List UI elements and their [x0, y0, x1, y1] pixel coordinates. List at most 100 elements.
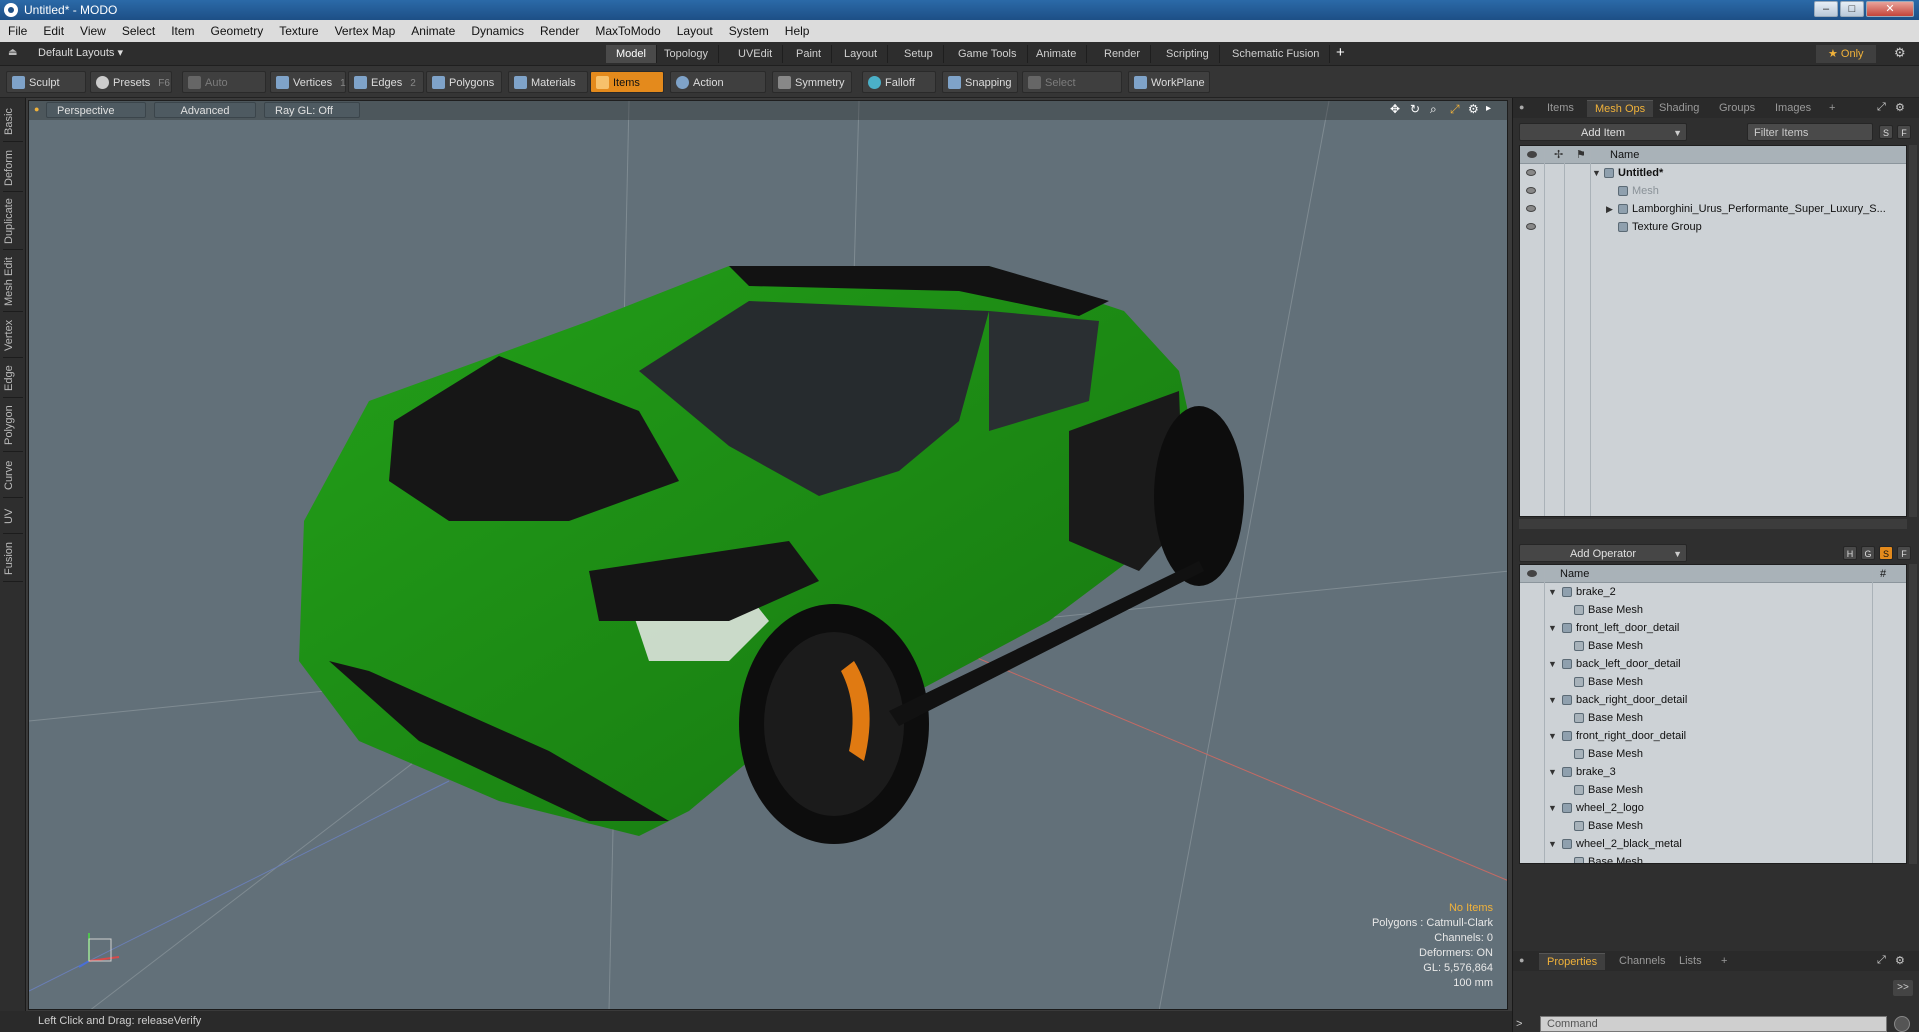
- items-horizontal-scrollbar[interactable]: [1519, 519, 1907, 529]
- panel-menu-icon[interactable]: ●: [1519, 102, 1524, 112]
- layout-tab-layout[interactable]: Layout: [834, 45, 889, 63]
- viewport-more-icon[interactable]: ▸: [1486, 103, 1491, 114]
- props-tab-channels[interactable]: Channels: [1611, 953, 1673, 970]
- gear-icon[interactable]: ⚙: [1894, 45, 1906, 61]
- 3d-viewport[interactable]: No Items Polygons : Catmull-Clark Channe…: [28, 100, 1508, 1010]
- close-button[interactable]: ✕: [1866, 1, 1914, 17]
- menu-file[interactable]: File: [0, 24, 35, 38]
- minimize-button[interactable]: –: [1814, 1, 1838, 17]
- layout-selector[interactable]: Default Layouts ▾: [38, 46, 123, 59]
- layout-tab-schematic-fusion[interactable]: Schematic Fusion: [1222, 45, 1331, 63]
- add-item-dropdown[interactable]: Add Item ▼: [1519, 123, 1687, 141]
- mesh-op-row[interactable]: ▼ brake_3: [1520, 763, 1906, 781]
- mesh-op-row[interactable]: ▼ brake_2: [1520, 583, 1906, 601]
- pan-icon[interactable]: ✥: [1390, 102, 1400, 116]
- menu-layout[interactable]: Layout: [669, 24, 721, 38]
- mesh-op-row[interactable]: ▼ back_right_door_detail: [1520, 691, 1906, 709]
- panel-tab-images[interactable]: Images: [1767, 100, 1819, 117]
- s-filter-button[interactable]: S: [1879, 125, 1893, 139]
- mesh-op-row[interactable]: ▼ back_left_door_detail: [1520, 655, 1906, 673]
- layout-tab-setup[interactable]: Setup: [894, 45, 944, 63]
- props-tab-properties[interactable]: Properties: [1539, 953, 1606, 970]
- menu-item[interactable]: Item: [163, 24, 202, 38]
- maximize-button[interactable]: □: [1840, 1, 1864, 17]
- workplane-button[interactable]: WorkPlane: [1128, 71, 1210, 93]
- menu-animate[interactable]: Animate: [403, 24, 463, 38]
- mesh-op-row[interactable]: ▼ wheel_2_black_metal: [1520, 835, 1906, 853]
- filter-items-input[interactable]: Filter Items: [1747, 123, 1873, 141]
- base-mesh-row[interactable]: Base Mesh: [1520, 637, 1906, 655]
- menu-vertex-map[interactable]: Vertex Map: [327, 24, 404, 38]
- panel-menu-icon[interactable]: ●: [1519, 955, 1524, 965]
- mesh-op-row[interactable]: ▼ wheel_2_logo: [1520, 799, 1906, 817]
- panel-tab-mesh-ops[interactable]: Mesh Ops: [1587, 100, 1654, 117]
- panel-gear-icon[interactable]: ⚙: [1895, 954, 1905, 967]
- presets-button[interactable]: Presets F6: [90, 71, 172, 93]
- expand-icon[interactable]: ▼: [1548, 799, 1557, 817]
- auto-select-button[interactable]: Auto Select: [182, 71, 266, 111]
- add-props-tab-button[interactable]: +: [1713, 953, 1735, 970]
- menu-geometry[interactable]: Geometry: [203, 24, 272, 38]
- props-tab-lists[interactable]: Lists: [1671, 953, 1710, 970]
- mesh-op-row[interactable]: ▼ front_left_door_detail: [1520, 619, 1906, 637]
- raygl-dropdown[interactable]: Ray GL: Off: [264, 102, 360, 118]
- mesh-op-row[interactable]: ▼ front_right_door_detail: [1520, 727, 1906, 745]
- zoom-icon[interactable]: ⌕: [1430, 102, 1437, 117]
- expand-icon[interactable]: ▼: [1548, 727, 1557, 745]
- sculpt-button[interactable]: Sculpt: [6, 71, 86, 93]
- s-ops-filter-button[interactable]: S: [1879, 546, 1893, 560]
- menu-texture[interactable]: Texture: [271, 24, 326, 38]
- symmetry-button[interactable]: Symmetry: [772, 71, 852, 93]
- command-input[interactable]: Command: [1540, 1016, 1887, 1032]
- expand-icon[interactable]: ▼: [1548, 619, 1557, 637]
- viewport-gear-icon[interactable]: ⚙: [1468, 102, 1479, 116]
- expand-icon[interactable]: ▼: [1548, 763, 1557, 781]
- panel-tab-shading[interactable]: Shading: [1651, 100, 1707, 117]
- tool-tab-duplicate[interactable]: Duplicate: [3, 194, 23, 250]
- item-row[interactable]: ▼ Untitled*: [1520, 164, 1906, 182]
- only-toggle[interactable]: ★ Only: [1816, 45, 1876, 63]
- select-through-button[interactable]: Select Through: [1022, 71, 1122, 111]
- expand-properties-button[interactable]: >>: [1893, 980, 1913, 996]
- visibility-eye-icon[interactable]: [1526, 187, 1536, 194]
- layout-tab-animate[interactable]: Animate: [1026, 45, 1088, 63]
- menu-render[interactable]: Render: [532, 24, 587, 38]
- tool-tab-polygon[interactable]: Polygon: [3, 400, 23, 452]
- items-vertical-scrollbar[interactable]: [1909, 145, 1917, 517]
- rotate-icon[interactable]: ↻: [1410, 102, 1420, 116]
- viewport-menu-icon[interactable]: ●: [34, 104, 39, 114]
- panel-tab-groups[interactable]: Groups: [1711, 100, 1763, 117]
- tool-tab-curve[interactable]: Curve: [3, 454, 23, 498]
- expand-icon[interactable]: ▼: [1548, 691, 1557, 709]
- expand-icon[interactable]: ▼: [1548, 583, 1557, 601]
- base-mesh-row[interactable]: Base Mesh: [1520, 817, 1906, 835]
- menu-system[interactable]: System: [721, 24, 777, 38]
- item-row[interactable]: Mesh: [1520, 182, 1906, 200]
- panel-expand-icon[interactable]: ⤢: [1877, 101, 1886, 114]
- tool-tab-basic[interactable]: Basic: [3, 102, 23, 142]
- polygons-button[interactable]: Polygons: [426, 71, 502, 93]
- menu-select[interactable]: Select: [114, 24, 163, 38]
- layout-tab-scripting[interactable]: Scripting: [1156, 45, 1220, 63]
- layout-tab-game-tools[interactable]: Game Tools: [948, 45, 1028, 63]
- materials-button[interactable]: Materials: [508, 71, 588, 93]
- tool-tab-uv[interactable]: UV: [3, 500, 23, 534]
- layout-tab-uvedit[interactable]: UVEdit: [728, 45, 784, 63]
- ops-vertical-scrollbar[interactable]: [1909, 564, 1917, 864]
- base-mesh-row[interactable]: Base Mesh: [1520, 601, 1906, 619]
- advanced-dropdown[interactable]: Advanced: [154, 102, 256, 118]
- layout-arrow-icon[interactable]: ⏏: [8, 47, 20, 59]
- expand-icon[interactable]: ▼: [1592, 164, 1601, 182]
- layout-tab-render[interactable]: Render: [1094, 45, 1152, 63]
- tool-tab-fusion[interactable]: Fusion: [3, 536, 23, 582]
- g-filter-button[interactable]: G: [1861, 546, 1875, 560]
- layout-tab-model[interactable]: Model: [606, 45, 657, 63]
- item-row[interactable]: ▶ Lamborghini_Urus_Performante_Super_Luxu…: [1520, 200, 1906, 218]
- f-ops-filter-button[interactable]: F: [1897, 546, 1911, 560]
- menu-help[interactable]: Help: [777, 24, 818, 38]
- tool-tab-vertex[interactable]: Vertex: [3, 314, 23, 358]
- add-operator-dropdown[interactable]: Add Operator ▼: [1519, 544, 1687, 562]
- panel-tab-items[interactable]: Items: [1539, 100, 1582, 117]
- vertices-button[interactable]: Vertices 1: [270, 71, 346, 93]
- layout-tab-topology[interactable]: Topology: [654, 45, 720, 63]
